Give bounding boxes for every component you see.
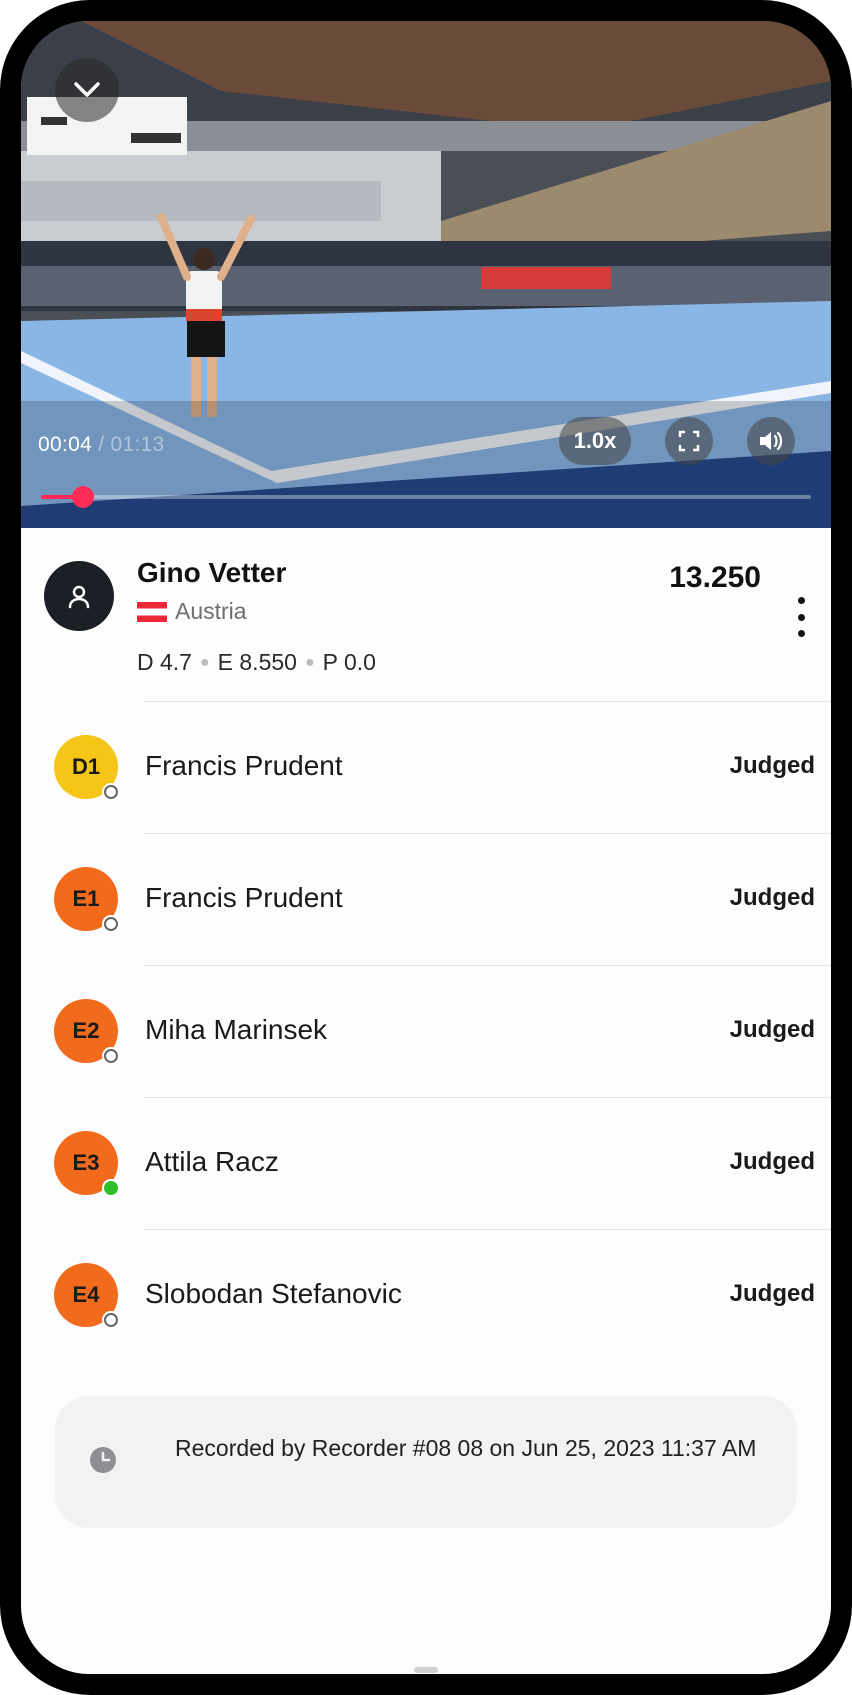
country-name: Austria — [175, 598, 247, 624]
current-time: 00:04 — [38, 433, 93, 456]
athlete-country: Austria — [137, 598, 247, 625]
volume-button[interactable] — [747, 417, 795, 465]
more-vertical-icon — [797, 597, 805, 604]
playback-speed-button[interactable]: 1.0x — [559, 417, 631, 465]
judge-name: Francis Prudent — [145, 750, 343, 781]
collapse-button[interactable] — [55, 58, 119, 122]
duration: 01:13 — [110, 433, 165, 456]
recording-info-text: Recorded by Recorder #08 08 on Jun 25, 2… — [175, 1435, 757, 1461]
judge-name: Attila Racz — [145, 1146, 279, 1177]
status-indicator — [102, 915, 120, 933]
judge-name: Miha Marinsek — [145, 1014, 328, 1045]
d-score: D 4.7 — [137, 649, 192, 675]
app-screen: 00:04 / 01:13 1.0x Gino Vetter Austria 1… — [21, 21, 831, 1674]
total-score: 13.250 — [669, 561, 761, 594]
athlete-name: Gino Vetter — [137, 557, 287, 588]
status-indicator — [102, 783, 120, 801]
user-icon — [68, 585, 90, 609]
status-indicator — [102, 1311, 120, 1329]
status-indicator — [102, 1047, 120, 1065]
austria-flag-icon — [137, 601, 167, 622]
judge-row[interactable]: E4 Slobodan Stefanovic Judged — [21, 1230, 831, 1361]
more-options-button[interactable] — [795, 597, 807, 637]
judge-status-label: Judged — [729, 1016, 815, 1043]
volume-icon — [760, 431, 783, 451]
p-score: P 0.0 — [322, 649, 376, 675]
playback-time: 00:04 / 01:13 — [38, 433, 165, 457]
judges-list: D1 Francis Prudent Judged E1 Francis Pru… — [21, 701, 831, 1361]
home-indicator — [414, 1667, 438, 1673]
clock-icon — [90, 1447, 116, 1473]
video-player[interactable]: 00:04 / 01:13 1.0x — [21, 21, 831, 528]
separator-dot: ● — [199, 653, 210, 671]
score-breakdown: D 4.7 ● E 8.550 ● P 0.0 — [137, 649, 376, 676]
progress-bar[interactable] — [41, 486, 811, 508]
device-frame: 00:04 / 01:13 1.0x Gino Vetter Austria 1… — [0, 0, 852, 1695]
judge-row[interactable]: E1 Francis Prudent Judged — [21, 834, 831, 965]
judge-row[interactable]: E2 Miha Marinsek Judged — [21, 966, 831, 1097]
fullscreen-button[interactable] — [665, 417, 713, 465]
fullscreen-icon — [678, 430, 700, 452]
judge-name: Francis Prudent — [145, 882, 343, 913]
judge-name: Slobodan Stefanovic — [145, 1278, 402, 1309]
chevron-down-icon — [74, 82, 100, 97]
judge-status-label: Judged — [729, 752, 815, 779]
e-score: E 8.550 — [217, 649, 297, 675]
status-indicator — [102, 1179, 120, 1197]
separator-dot: ● — [304, 653, 315, 671]
judge-status-label: Judged — [729, 1280, 815, 1307]
judge-row[interactable]: D1 Francis Prudent Judged — [21, 702, 831, 833]
judge-row[interactable]: E3 Attila Racz Judged — [21, 1098, 831, 1229]
time-separator: / — [98, 433, 105, 456]
athlete-avatar — [44, 561, 114, 631]
recording-info-card: Recorded by Recorder #08 08 on Jun 25, 2… — [55, 1396, 797, 1528]
judge-status-label: Judged — [729, 1148, 815, 1175]
judge-status-label: Judged — [729, 884, 815, 911]
